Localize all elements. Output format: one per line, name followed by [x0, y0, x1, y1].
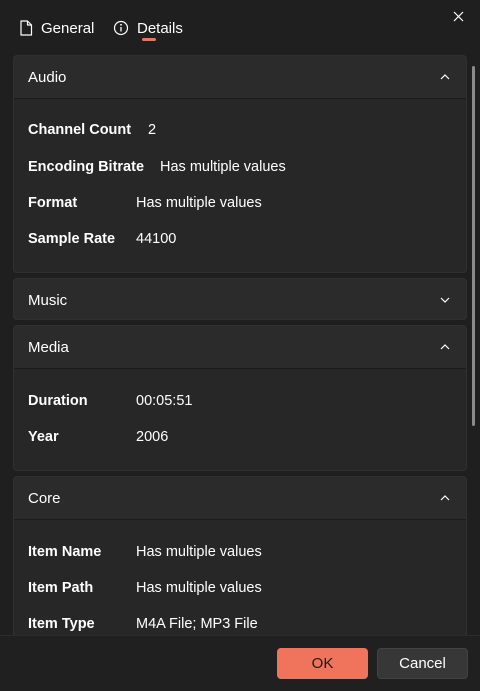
- section-media-header[interactable]: Media: [14, 326, 466, 368]
- section-music: Music: [13, 278, 467, 320]
- section-media-body: Duration 00:05:51 Year 2006: [14, 369, 466, 470]
- property-row: Encoding Bitrate Has multiple values: [28, 157, 286, 177]
- property-value[interactable]: Has multiple values: [136, 544, 262, 560]
- chevron-down-icon: [440, 297, 450, 303]
- property-row: Format Has multiple values: [28, 193, 262, 213]
- property-row: Year 2006: [28, 427, 168, 447]
- section-media: Media Duration 00:05:51 Year 2006: [13, 325, 467, 471]
- tab-selection-indicator: [142, 38, 156, 41]
- property-label: Year: [28, 429, 59, 445]
- property-label: Item Path: [28, 580, 94, 596]
- property-label: Item Name: [28, 544, 102, 560]
- section-media-title: Media: [28, 338, 69, 356]
- section-core-header[interactable]: Core: [14, 477, 466, 519]
- tab-details[interactable]: Details: [113, 17, 183, 39]
- property-row: Sample Rate 44100: [28, 229, 176, 249]
- property-label: Encoding Bitrate: [28, 159, 145, 175]
- cancel-button[interactable]: Cancel: [377, 648, 468, 679]
- section-core: Core Item Name Has multiple values Item …: [13, 476, 467, 635]
- section-audio-body: Channel Count 2 Encoding Bitrate Has mul…: [14, 99, 466, 272]
- section-music-title: Music: [28, 291, 68, 309]
- chevron-up-icon: [440, 495, 450, 501]
- tab-general-label: General: [41, 19, 95, 37]
- section-core-title: Core: [28, 489, 61, 507]
- section-audio: Audio Channel Count 2 Encoding Bitrate H…: [13, 55, 467, 273]
- property-row: Duration 00:05:51: [28, 391, 192, 411]
- property-row: Item Name Has multiple values: [28, 542, 262, 562]
- close-icon: [453, 11, 463, 21]
- property-value[interactable]: M4A File; MP3 File: [136, 616, 258, 632]
- dialog-footer: OK Cancel: [0, 635, 480, 691]
- vertical-scrollbar[interactable]: [472, 66, 475, 426]
- property-label: Format: [28, 195, 78, 211]
- property-value[interactable]: 2006: [136, 429, 168, 445]
- property-row: Item Path Has multiple values: [28, 578, 262, 598]
- property-value[interactable]: Has multiple values: [160, 159, 286, 175]
- details-scroll-area[interactable]: Audio Channel Count 2 Encoding Bitrate H…: [0, 50, 480, 635]
- property-value[interactable]: Has multiple values: [136, 580, 262, 596]
- tab-general[interactable]: General: [19, 17, 94, 39]
- ok-button[interactable]: OK: [277, 648, 368, 679]
- section-core-body: Item Name Has multiple values Item Path …: [14, 520, 466, 635]
- property-label: Channel Count: [28, 122, 132, 138]
- property-label: Sample Rate: [28, 231, 116, 247]
- property-row: Item Type M4A File; MP3 File: [28, 614, 258, 634]
- info-icon: [113, 20, 129, 36]
- chevron-up-icon: [440, 74, 450, 80]
- document-icon: [20, 20, 33, 36]
- property-value[interactable]: 2: [148, 122, 156, 138]
- property-value[interactable]: Has multiple values: [136, 195, 262, 211]
- property-value[interactable]: 44100: [136, 231, 176, 247]
- section-audio-title: Audio: [28, 68, 67, 86]
- property-label: Item Type: [28, 616, 95, 632]
- tab-details-label: Details: [137, 19, 183, 37]
- close-button[interactable]: [448, 6, 468, 26]
- property-value[interactable]: 00:05:51: [136, 393, 192, 409]
- property-label: Duration: [28, 393, 88, 409]
- section-audio-header[interactable]: Audio: [14, 56, 466, 98]
- property-row: Channel Count 2: [28, 120, 156, 140]
- chevron-up-icon: [440, 344, 450, 350]
- dialog-header: General Details: [0, 0, 480, 50]
- section-music-header[interactable]: Music: [14, 279, 466, 321]
